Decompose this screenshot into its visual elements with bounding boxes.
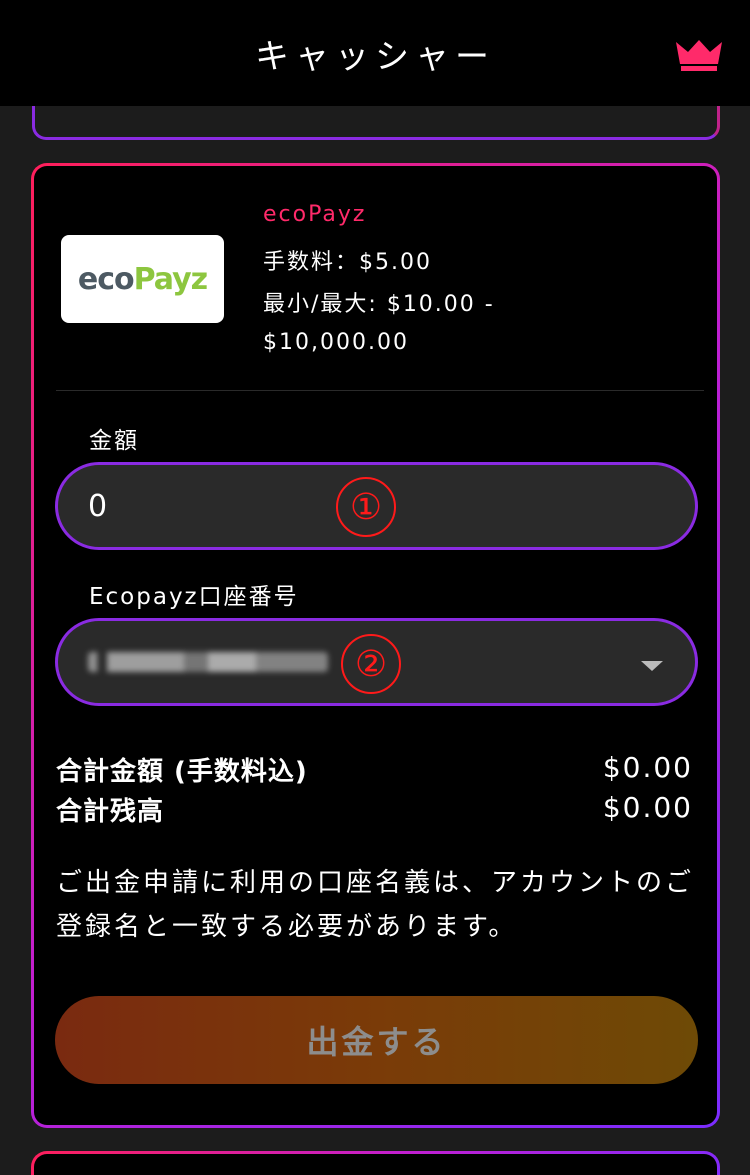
withdraw-button[interactable]: 出金する: [55, 996, 698, 1084]
page-title: キャッシャー: [255, 36, 495, 77]
balance-label: 合計残高: [56, 797, 165, 827]
balance-value: $0.00: [602, 791, 693, 824]
ecopayz-card: ecoPayz ecoPayz 手数料：$5.00 最小/最大: $10.00 …: [31, 163, 720, 1128]
divider: [56, 390, 704, 391]
chevron-down-icon[interactable]: [641, 661, 663, 671]
crown-icon[interactable]: [674, 38, 724, 72]
annotation-marker-2: ②: [341, 634, 401, 694]
method-fee: 手数料：$5.00: [263, 250, 432, 275]
redacted-account-number: [88, 652, 328, 672]
amount-label: 金額: [89, 428, 139, 454]
annotation-marker-1: ①: [336, 477, 396, 537]
next-method-card: [31, 1151, 720, 1175]
total-value: $0.00: [602, 751, 693, 784]
method-name: ecoPayz: [263, 202, 367, 227]
ecopayz-logo: ecoPayz: [61, 235, 224, 323]
notice-text: ご出金申請に利用の口座名義は、アカウントのご登録名と一致する必要があります。: [56, 868, 695, 942]
amount-value: 0: [88, 488, 108, 524]
account-label: Ecopayz口座番号: [89, 584, 299, 610]
method-range: 最小/最大: $10.00 - $10,000.00: [263, 292, 495, 355]
total-label: 合計金額 (手数料込): [56, 757, 308, 787]
app-header: キャッシャー: [0, 0, 750, 106]
